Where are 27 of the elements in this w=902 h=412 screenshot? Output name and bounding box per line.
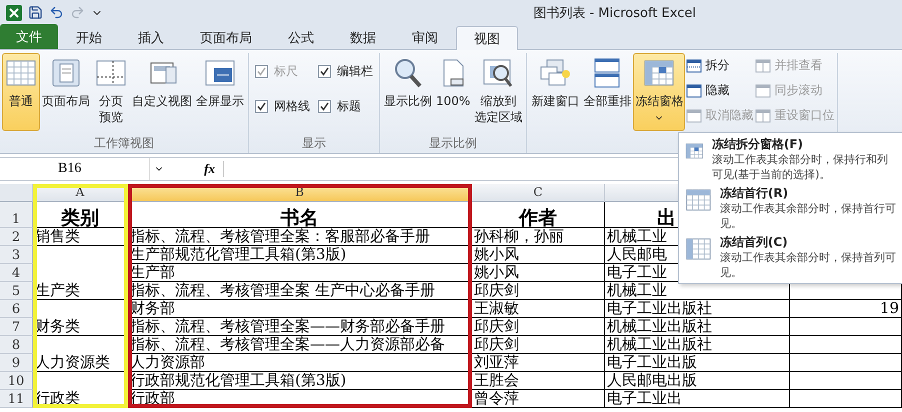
table-cell: 邱庆剑 bbox=[472, 336, 605, 354]
group-label: 显示比例 bbox=[428, 135, 478, 152]
table-cell: 姚小风 bbox=[472, 246, 605, 264]
group-label: 显示 bbox=[301, 135, 327, 152]
header-cell: 类别 bbox=[33, 202, 128, 228]
table-cell: 19 bbox=[790, 300, 902, 318]
table-cell: 机械工业出版社 bbox=[605, 336, 790, 354]
menu-item-title: 冻结拆分窗格(F) bbox=[712, 136, 804, 152]
header-cell: 书名 bbox=[128, 202, 472, 228]
table-cell: 姚小风 bbox=[472, 264, 605, 282]
table-cell: 曾令萍 bbox=[472, 390, 605, 408]
table-cell: 孙科柳，孙丽 bbox=[472, 228, 605, 246]
table-cell: 电子工业出版 bbox=[605, 354, 790, 372]
header-cell: 作者 bbox=[472, 202, 605, 228]
table-cell: 邱庆剑 bbox=[472, 318, 605, 336]
table-cell: 机械工业出版社 bbox=[605, 318, 790, 336]
table-cell: 邱庆剑 bbox=[472, 282, 605, 300]
table-cell: 王淑敏 bbox=[472, 300, 605, 318]
table-cell: 电子工业出版社 bbox=[605, 300, 790, 318]
window-title: 图书列表 - Microsoft Excel bbox=[533, 4, 696, 22]
menu-item-title: 冻结首行(R) bbox=[720, 185, 790, 201]
table-cell: 刘亚萍 bbox=[472, 354, 605, 372]
menu-item-description: 滚动工作表其余部分时，保持行和列可见(基于当前的选择)。 bbox=[712, 152, 889, 182]
table-cell: 人民邮电出版 bbox=[605, 372, 790, 390]
table-cell: 电子工业出 bbox=[605, 390, 790, 408]
table-cell: 王胜会 bbox=[472, 372, 605, 390]
group-label: 工作簿视图 bbox=[93, 135, 155, 152]
